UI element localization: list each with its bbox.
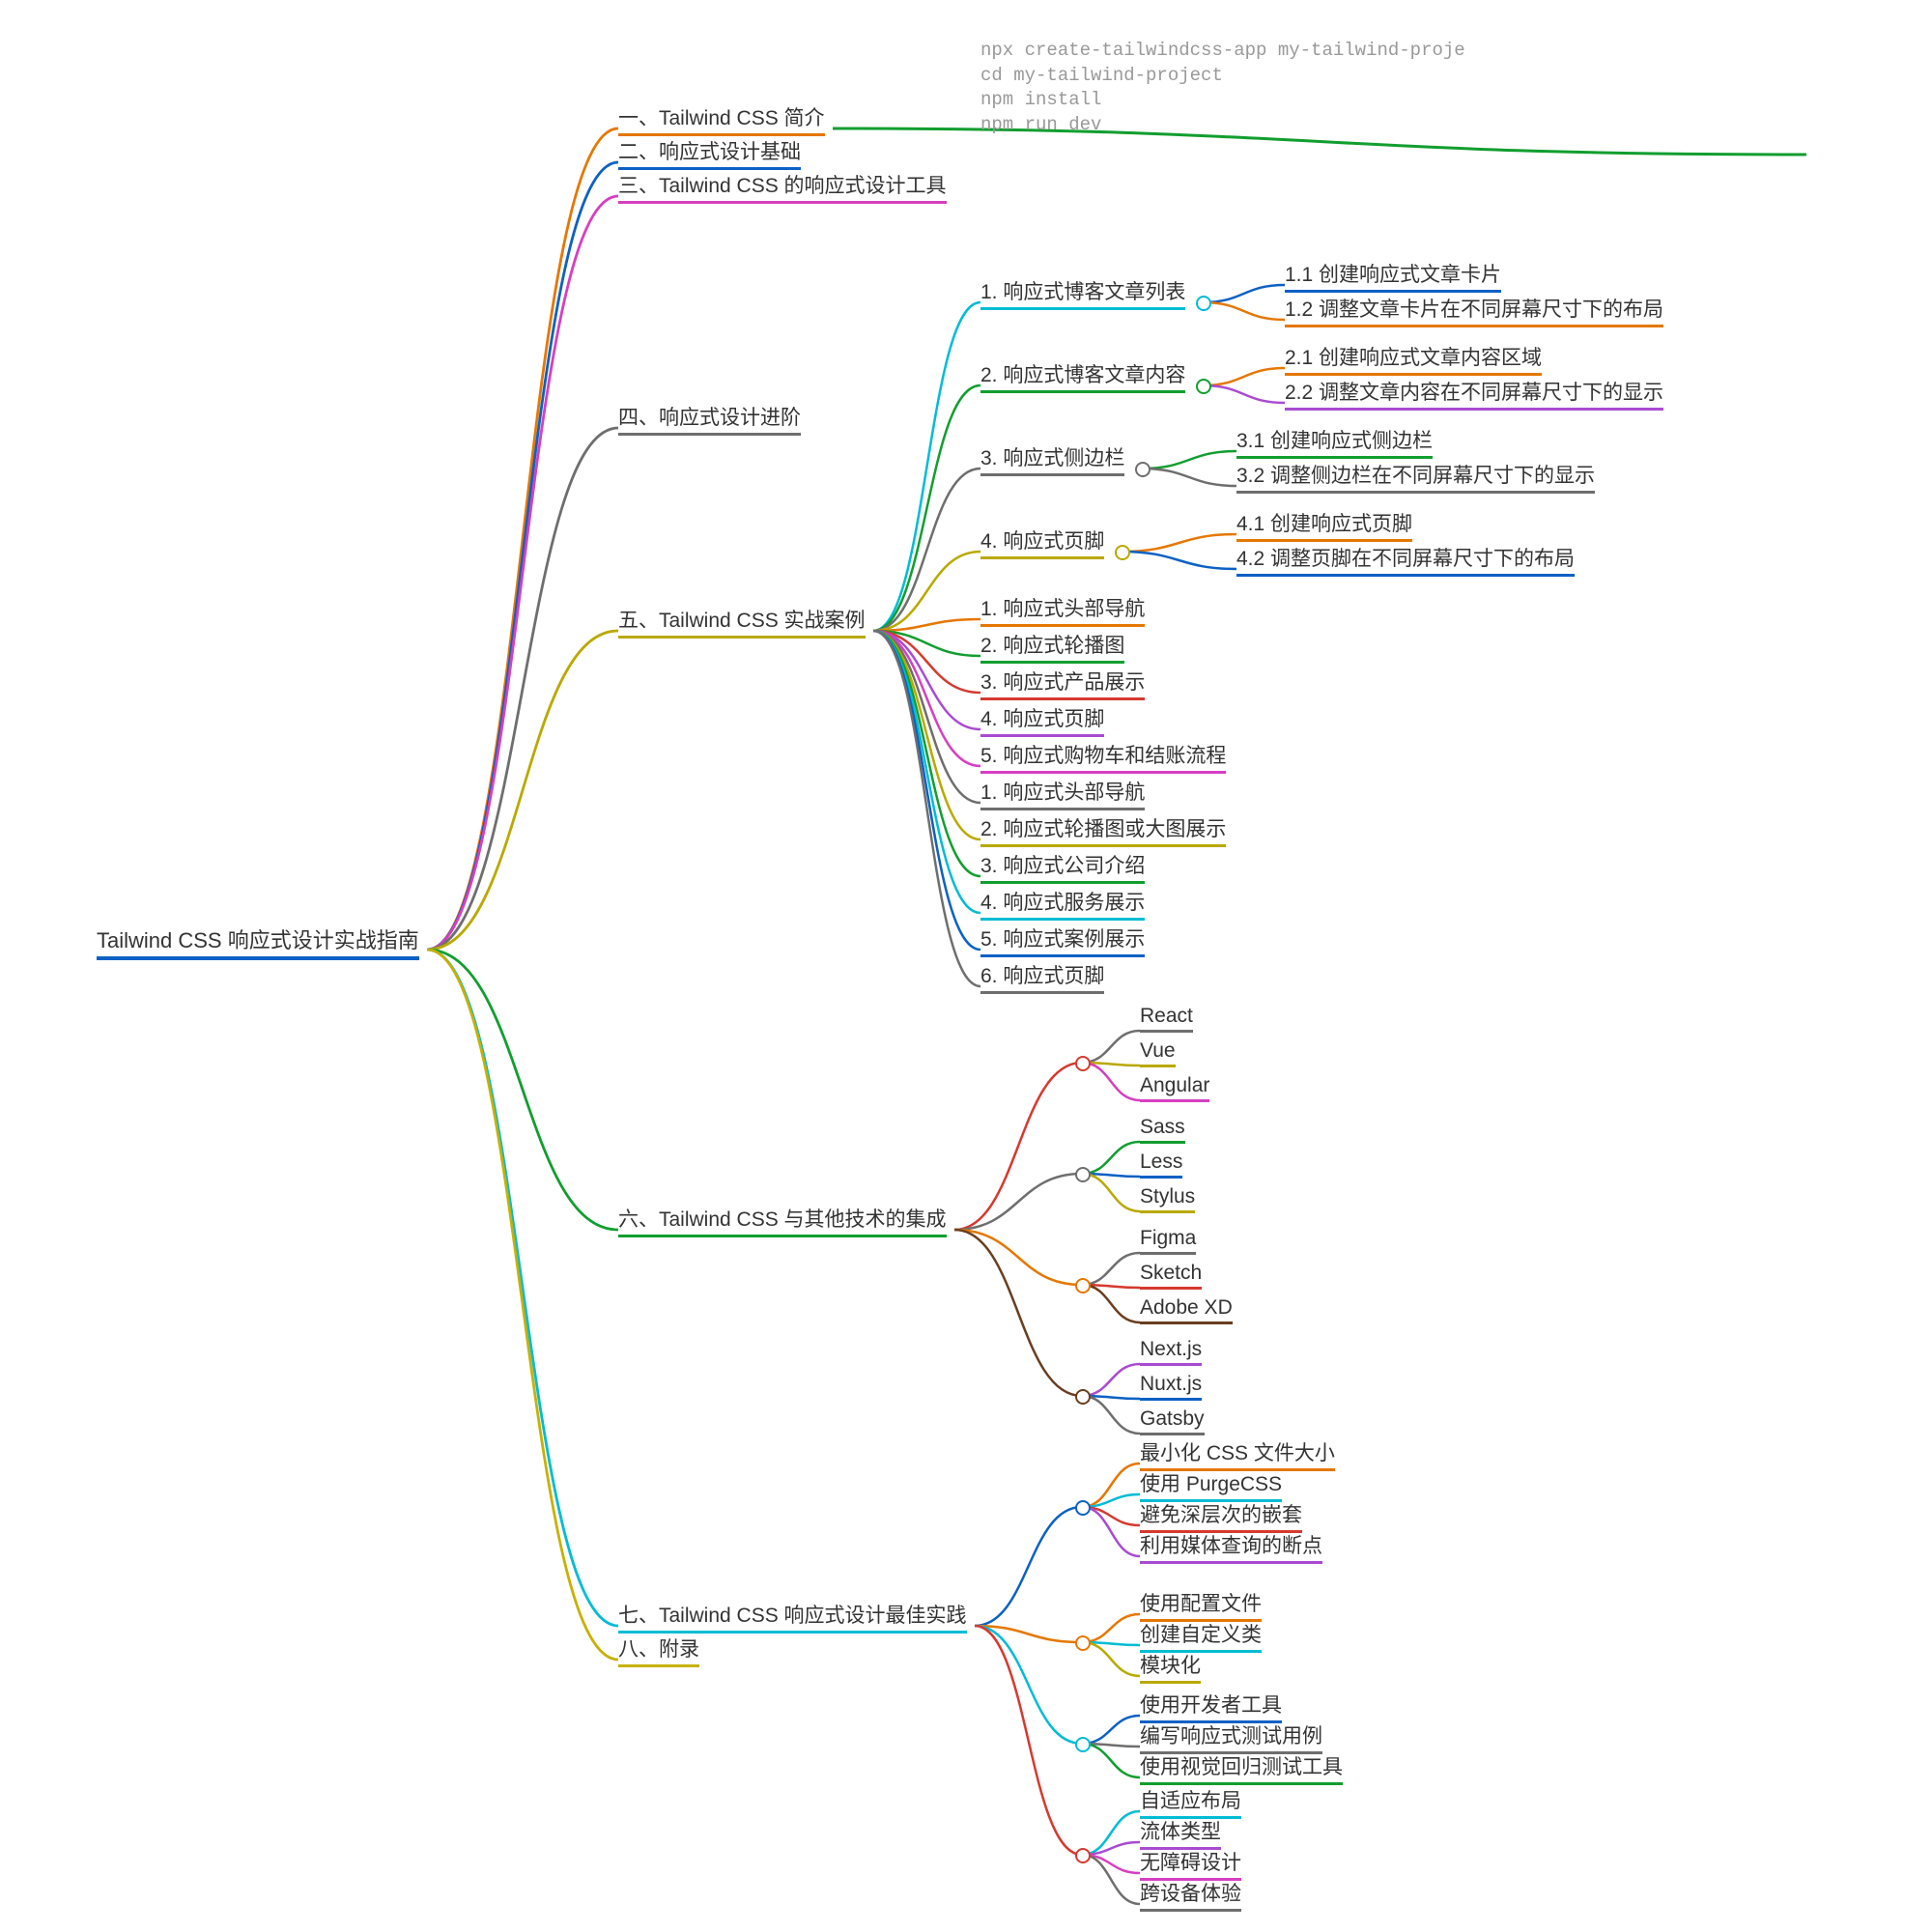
chapter-node[interactable]: 八、附录	[618, 1634, 699, 1667]
chapter-node[interactable]: 四、响应式设计进阶	[618, 402, 801, 436]
bp-leaf[interactable]: 使用视觉回归测试工具	[1140, 1751, 1343, 1785]
branch-junction	[1075, 1167, 1091, 1182]
case-node[interactable]: 2. 响应式轮播图	[980, 630, 1124, 664]
case-node[interactable]: 3. 响应式侧边栏	[980, 442, 1124, 476]
tech-leaf[interactable]: Figma	[1140, 1227, 1196, 1255]
tech-leaf[interactable]: Next.js	[1140, 1338, 1202, 1366]
tech-leaf[interactable]: Gatsby	[1140, 1407, 1205, 1435]
chapter-node[interactable]: 五、Tailwind CSS 实战案例	[618, 605, 866, 639]
tech-leaf[interactable]: Sketch	[1140, 1262, 1202, 1290]
case-node[interactable]: 3. 响应式公司介绍	[980, 850, 1145, 884]
tech-leaf[interactable]: Adobe XD	[1140, 1296, 1233, 1324]
case-sub-node[interactable]: 4.2 调整页脚在不同屏幕尺寸下的布局	[1236, 543, 1575, 577]
case-sub-node[interactable]: 1.1 创建响应式文章卡片	[1285, 259, 1501, 293]
branch-junction	[1196, 296, 1211, 311]
case-node[interactable]: 3. 响应式产品展示	[980, 667, 1145, 700]
case-node[interactable]: 1. 响应式博客文章列表	[980, 276, 1185, 310]
code-block: npx create-tailwindcss-app my-tailwind-p…	[980, 39, 1465, 138]
bp-leaf[interactable]: 创建自定义类	[1140, 1619, 1262, 1653]
bp-leaf[interactable]: 自适应布局	[1140, 1785, 1241, 1819]
bp-leaf[interactable]: 使用开发者工具	[1140, 1690, 1282, 1723]
branch-junction	[1135, 462, 1151, 477]
case-sub-node[interactable]: 4.1 创建响应式页脚	[1236, 508, 1412, 542]
branch-junction	[1075, 1737, 1091, 1752]
branch-junction	[1075, 1848, 1091, 1863]
bp-leaf[interactable]: 编写响应式测试用例	[1140, 1720, 1322, 1754]
branch-junction	[1075, 1278, 1091, 1293]
case-node[interactable]: 1. 响应式头部导航	[980, 593, 1145, 627]
tech-leaf[interactable]: Sass	[1140, 1116, 1185, 1144]
tech-leaf[interactable]: React	[1140, 1005, 1193, 1033]
bp-leaf[interactable]: 无障碍设计	[1140, 1847, 1241, 1881]
case-node[interactable]: 4. 响应式页脚	[980, 703, 1104, 737]
chapter-node[interactable]: 七、Tailwind CSS 响应式设计最佳实践	[618, 1600, 967, 1634]
bp-leaf[interactable]: 使用配置文件	[1140, 1588, 1262, 1622]
case-node[interactable]: 2. 响应式博客文章内容	[980, 359, 1185, 393]
bp-leaf[interactable]: 利用媒体查询的断点	[1140, 1530, 1322, 1564]
case-node[interactable]: 2. 响应式轮播图或大图展示	[980, 813, 1226, 847]
tech-leaf[interactable]: Angular	[1140, 1074, 1209, 1102]
branch-junction	[1075, 1389, 1091, 1405]
case-sub-node[interactable]: 2.2 调整文章内容在不同屏幕尺寸下的显示	[1285, 377, 1663, 411]
tech-leaf[interactable]: Less	[1140, 1151, 1182, 1179]
bp-leaf[interactable]: 使用 PurgeCSS	[1140, 1468, 1282, 1502]
connector-layer	[0, 0, 1932, 1932]
case-node[interactable]: 4. 响应式服务展示	[980, 887, 1145, 921]
branch-junction	[1075, 1056, 1091, 1071]
branch-junction	[1115, 545, 1130, 560]
case-node[interactable]: 1. 响应式头部导航	[980, 777, 1145, 810]
branch-junction	[1075, 1500, 1091, 1516]
case-sub-node[interactable]: 1.2 调整文章卡片在不同屏幕尺寸下的布局	[1285, 294, 1663, 327]
case-sub-node[interactable]: 3.2 调整侧边栏在不同屏幕尺寸下的显示	[1236, 460, 1595, 494]
bp-leaf[interactable]: 最小化 CSS 文件大小	[1140, 1437, 1335, 1471]
root-node[interactable]: Tailwind CSS 响应式设计实战指南	[97, 923, 419, 960]
case-sub-node[interactable]: 2.1 创建响应式文章内容区域	[1285, 342, 1542, 376]
branch-junction	[1196, 379, 1211, 394]
tech-leaf[interactable]: Stylus	[1140, 1185, 1195, 1213]
bp-leaf[interactable]: 模块化	[1140, 1650, 1201, 1684]
tech-leaf[interactable]: Vue	[1140, 1039, 1176, 1067]
tech-leaf[interactable]: Nuxt.js	[1140, 1373, 1202, 1401]
chapter-node[interactable]: 一、Tailwind CSS 简介	[618, 102, 825, 136]
chapter-node[interactable]: 三、Tailwind CSS 的响应式设计工具	[618, 170, 947, 204]
case-node[interactable]: 5. 响应式案例展示	[980, 923, 1145, 957]
case-node[interactable]: 4. 响应式页脚	[980, 526, 1104, 559]
case-node[interactable]: 6. 响应式页脚	[980, 960, 1104, 994]
chapter-node[interactable]: 六、Tailwind CSS 与其他技术的集成	[618, 1204, 947, 1237]
branch-junction	[1075, 1635, 1091, 1651]
bp-leaf[interactable]: 流体类型	[1140, 1816, 1221, 1850]
bp-leaf[interactable]: 避免深层次的嵌套	[1140, 1499, 1302, 1533]
bp-leaf[interactable]: 跨设备体验	[1140, 1878, 1241, 1912]
case-sub-node[interactable]: 3.1 创建响应式侧边栏	[1236, 425, 1433, 459]
case-node[interactable]: 5. 响应式购物车和结账流程	[980, 740, 1226, 774]
chapter-node[interactable]: 二、响应式设计基础	[618, 136, 801, 170]
